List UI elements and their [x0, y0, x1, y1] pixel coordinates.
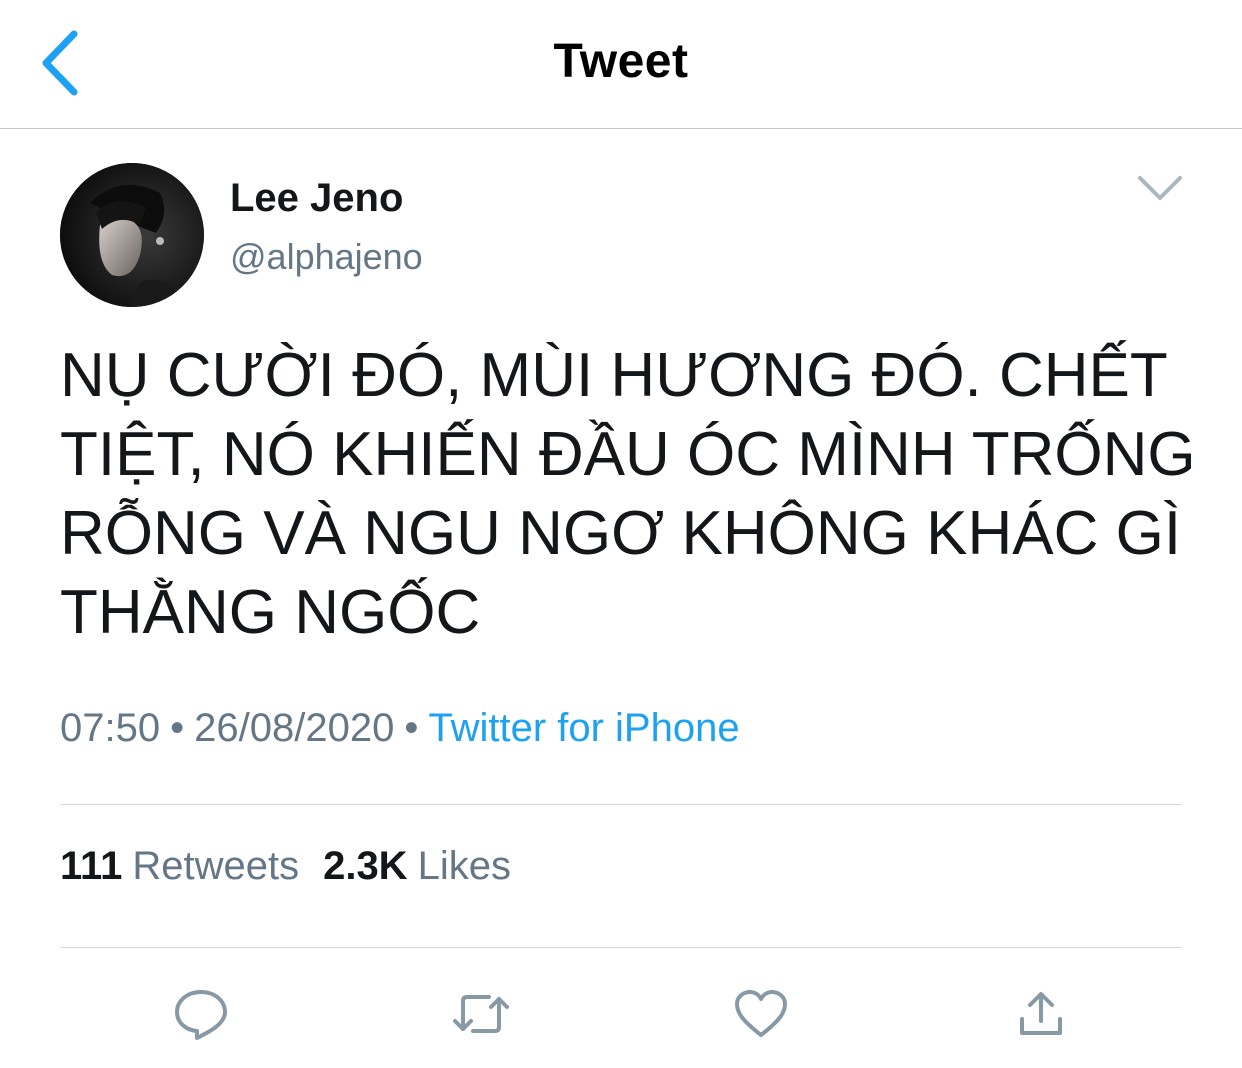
- tweet-date: 26/08/2020: [194, 706, 395, 750]
- author-handle[interactable]: @alphajeno: [230, 236, 423, 278]
- likes-count: 2.3K: [323, 844, 408, 888]
- retweet-button[interactable]: [449, 986, 513, 1042]
- navigation-bar: Tweet: [0, 0, 1242, 129]
- like-icon: [735, 990, 787, 1037]
- avatar-photo: [60, 163, 204, 307]
- tweet-detail-screen: Tweet Lee Jeno @alphajeno NỤ CƯỜI ĐÓ, MÙ…: [0, 0, 1242, 1068]
- share-icon: [1020, 992, 1062, 1035]
- separator: •: [170, 706, 185, 750]
- retweets-count: 111: [60, 844, 123, 888]
- tweet-metadata: 07:50 • 26/08/2020 • Twitter for iPhone: [60, 706, 740, 751]
- tweet-text: NỤ CƯỜI ĐÓ, MÙI HƯƠNG ĐÓ. CHẾT TIỆT, NÓ …: [60, 341, 1196, 647]
- like-button[interactable]: [729, 986, 793, 1042]
- chevron-down-icon: [1138, 176, 1182, 200]
- page-title: Tweet: [553, 35, 689, 88]
- divider: [60, 947, 1182, 948]
- retweet-icon: [453, 995, 509, 1033]
- tweet-source-link[interactable]: Twitter for iPhone: [428, 706, 739, 750]
- retweets-stat[interactable]: 111 Retweets: [60, 844, 299, 888]
- likes-stat[interactable]: 2.3K Likes: [323, 844, 511, 888]
- reply-button[interactable]: [169, 986, 233, 1042]
- avatar[interactable]: [60, 163, 204, 307]
- reply-icon: [175, 990, 227, 1040]
- share-button[interactable]: [1009, 986, 1073, 1042]
- tweet-stats: 111 Retweets 2.3K Likes: [60, 844, 511, 889]
- tweet-time: 07:50: [60, 706, 161, 750]
- tweet-options-button[interactable]: [1132, 166, 1188, 210]
- likes-label: Likes: [417, 844, 511, 888]
- author-display-name[interactable]: Lee Jeno: [230, 176, 403, 221]
- separator: •: [404, 706, 419, 750]
- retweets-label: Retweets: [132, 844, 300, 888]
- divider: [60, 804, 1182, 805]
